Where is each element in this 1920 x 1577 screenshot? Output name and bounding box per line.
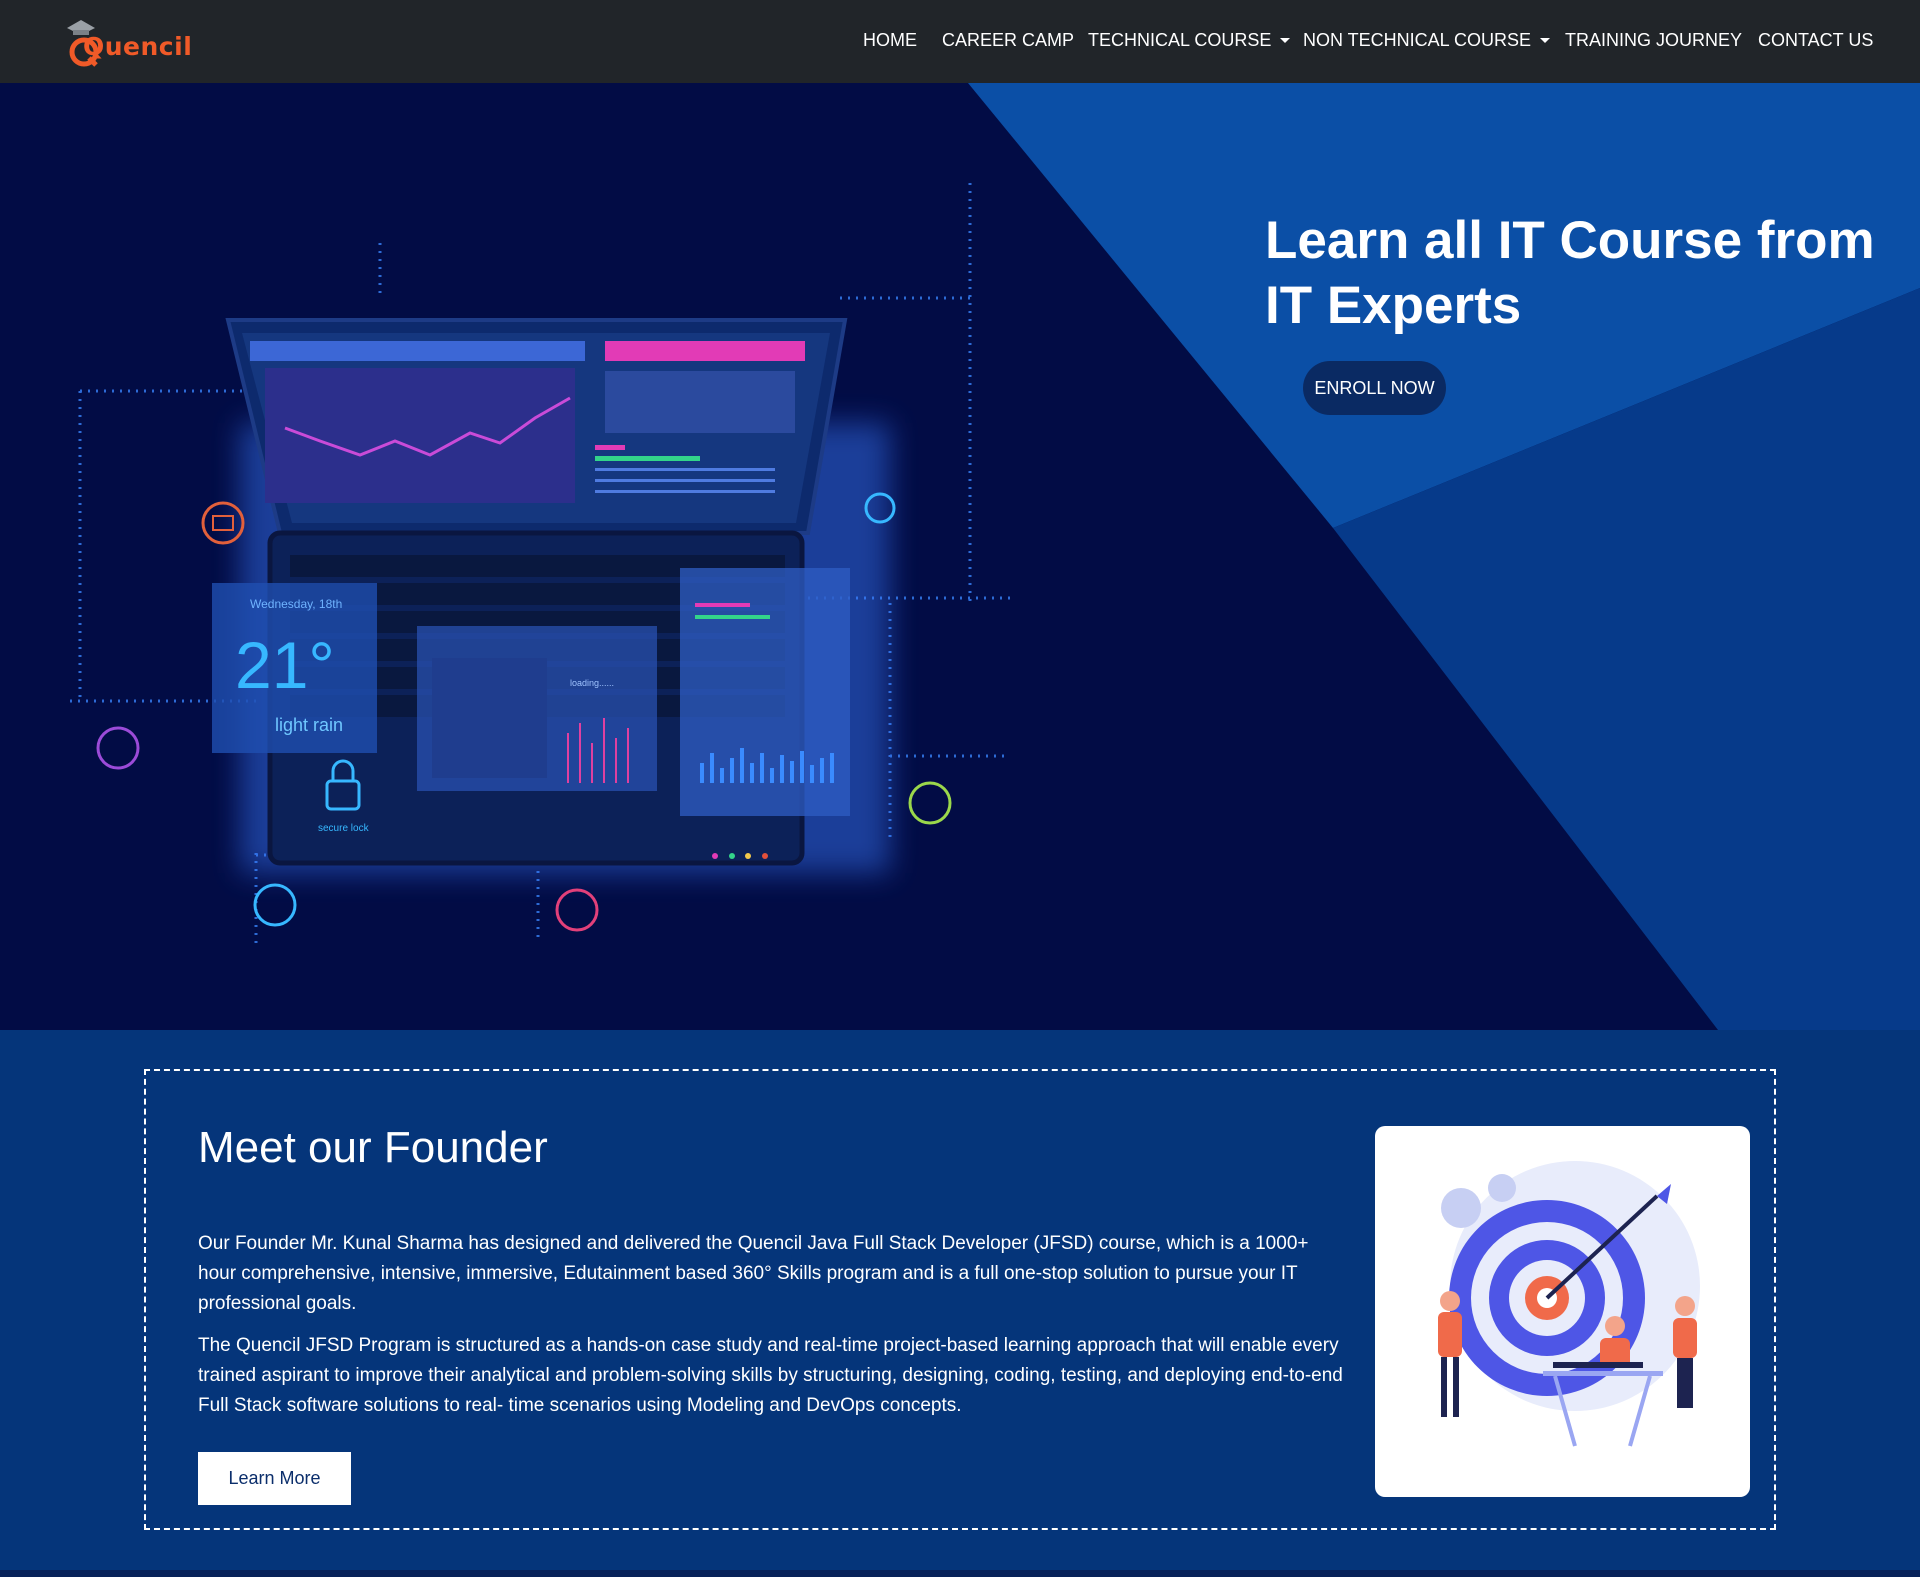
target-illustration-icon [1438,1161,1700,1447]
nav-contact-us[interactable]: CONTACT US [1758,30,1873,51]
brand-logo[interactable]: Quencil [49,16,192,70]
caret-down-icon [1540,38,1551,43]
learn-more-button[interactable]: Learn More [198,1452,351,1505]
caret-down-icon [1280,38,1291,43]
top-navbar: Quencil HOME CAREER CAMP TECHNICAL COURS… [0,0,1920,83]
founder-paragraph-1: Our Founder Mr. Kunal Sharma has designe… [198,1233,1309,1314]
nav-home[interactable]: HOME [863,30,917,51]
target-team-illustration [1375,1126,1750,1497]
nav-non-technical-course-dropdown[interactable]: NON TECHNICAL COURSE [1303,30,1551,51]
bottom-strip [0,1570,1920,1577]
nav-non-technical-course-label: NON TECHNICAL COURSE [1303,30,1532,50]
illustration-loading: loading...... [570,678,614,688]
founder-paragraph-2: The Quencil JFSD Program is structured a… [198,1335,1343,1416]
founder-section: Meet our Founder Our Founder Mr. Kunal S… [0,1030,1920,1570]
illustration-weather: light rain [275,715,343,735]
logo-text: Quencil [83,32,193,61]
hero-section: Wednesday, 18th 21° light rain loading..… [0,83,1920,1030]
nav-technical-course-dropdown[interactable]: TECHNICAL COURSE [1088,30,1291,51]
illustration-temperature: 21° [235,628,335,702]
hero-title: Learn all IT Course from IT Experts [1265,211,1875,335]
illustration-lock-label: secure lock [318,823,370,834]
enroll-now-button[interactable]: ENROLL NOW [1303,361,1446,415]
illustration-date: Wednesday, 18th [250,597,342,611]
nav-technical-course-label: TECHNICAL COURSE [1088,30,1272,50]
nav-training-journey[interactable]: TRAINING JOURNEY [1565,30,1742,51]
laptop-dashboard-illustration: Wednesday, 18th 21° light rain loading..… [70,183,1010,943]
nav-career-camp[interactable]: CAREER CAMP [942,30,1074,51]
founder-card: Meet our Founder Our Founder Mr. Kunal S… [144,1069,1776,1530]
founder-title: Meet our Founder [198,1123,548,1172]
